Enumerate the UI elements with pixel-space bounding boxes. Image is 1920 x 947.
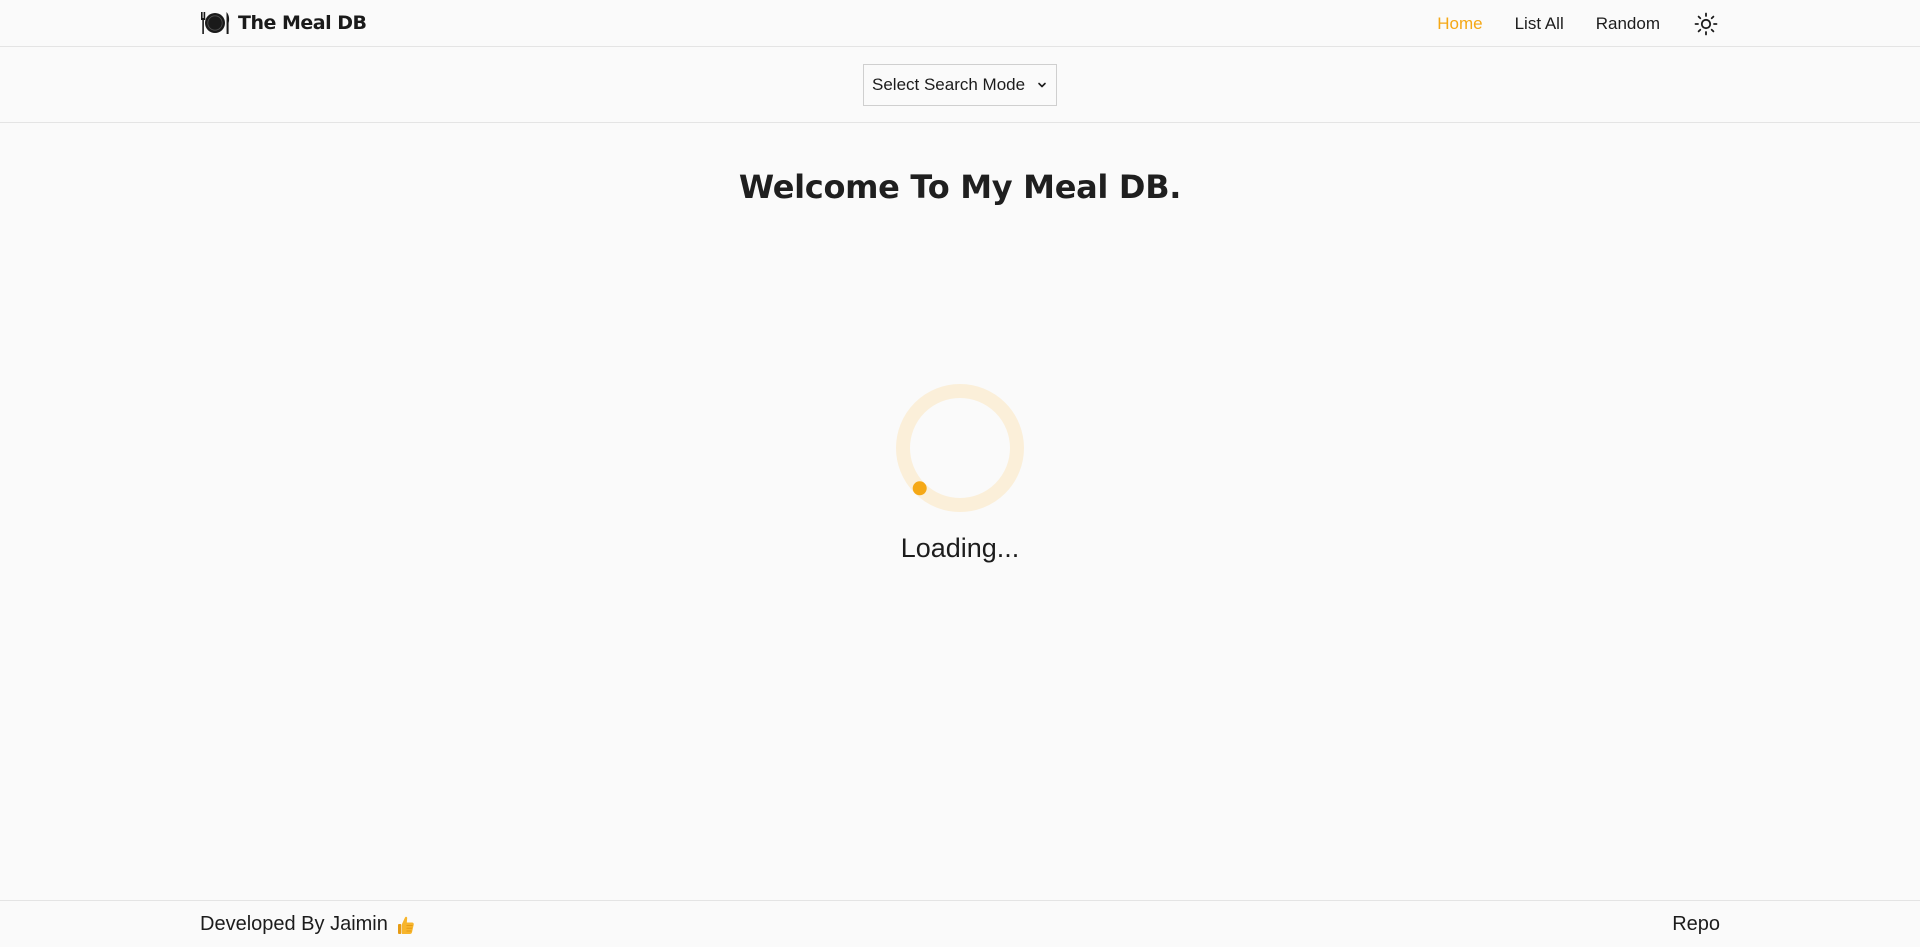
sun-icon: [1694, 12, 1718, 35]
nav-random-link[interactable]: Random: [1596, 14, 1660, 34]
search-mode-select-value: Select Search Mode: [872, 75, 1026, 94]
page-title: Welcome To My Meal DB.: [738, 168, 1182, 206]
developer-credit-text: Developed By Jaimin: [200, 913, 388, 935]
footer: Developed By Jaimin Repo: [0, 900, 1920, 947]
nav-home-link[interactable]: Home: [1437, 14, 1482, 34]
loading-text: Loading...: [900, 533, 1020, 563]
brand-logo-link[interactable]: The Meal DB: [200, 9, 367, 37]
loading-spinner: [896, 384, 1024, 512]
chevron-down-icon: [1038, 82, 1046, 88]
theme-toggle-button[interactable]: [1692, 10, 1720, 38]
brand-name: The Meal DB: [238, 12, 367, 34]
footer-credit: Developed By Jaimin: [200, 913, 416, 936]
repo-link[interactable]: Repo: [1672, 913, 1720, 936]
plate-cutlery-icon: [201, 12, 230, 34]
thumbs-up-icon: [397, 916, 414, 934]
search-mode-select[interactable]: Select Search Mode: [863, 64, 1057, 106]
nav-links: Home List All Random: [1405, 0, 1720, 47]
navbar: The Meal DB Home List All Random: [0, 0, 1920, 47]
nav-list-all-link[interactable]: List All: [1515, 14, 1564, 34]
search-bar: Select Search Mode: [0, 47, 1920, 123]
